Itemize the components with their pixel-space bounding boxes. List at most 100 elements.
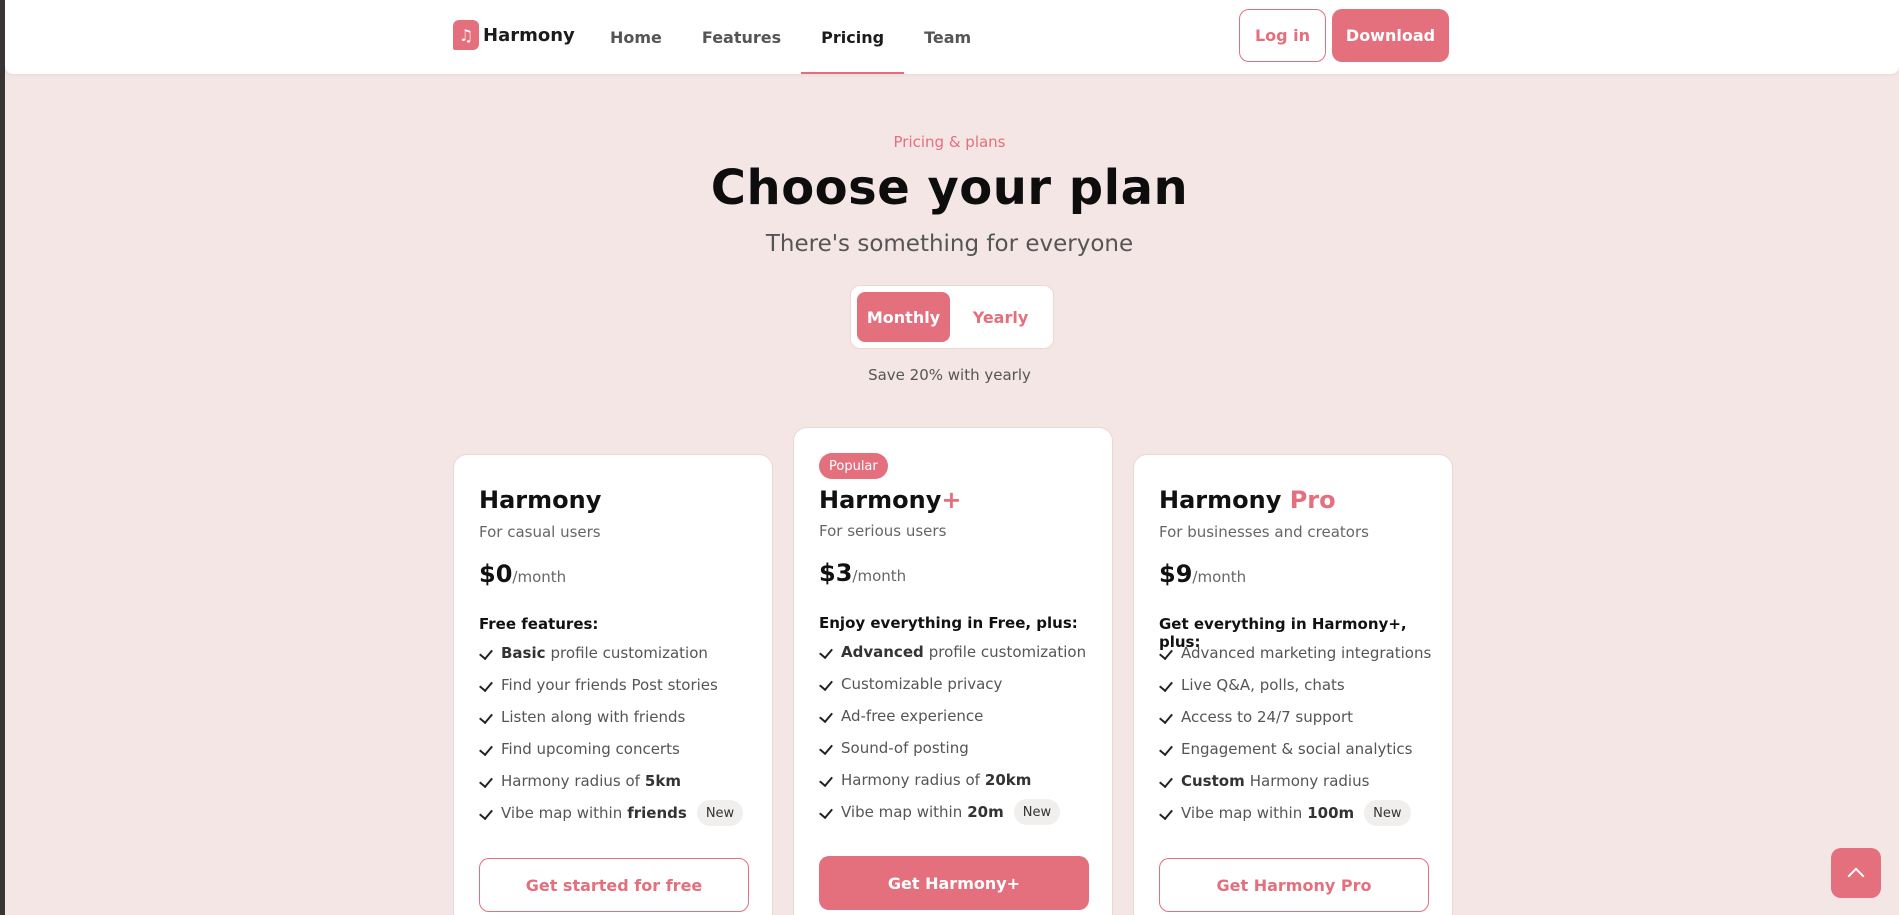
check-icon xyxy=(1159,805,1181,821)
billing-toggle: Monthly Yearly xyxy=(850,285,1054,349)
plan-card-pro: Harmony Pro For businesses and creators … xyxy=(1133,454,1453,915)
list-item: Live Q&A, polls, chats xyxy=(1159,669,1431,701)
plan-card-free: Harmony For casual users $0 /month Free … xyxy=(453,454,773,915)
features-heading: Enjoy everything in Free, plus: xyxy=(819,614,1078,632)
feature-bold: Advanced xyxy=(841,643,924,661)
toggle-monthly[interactable]: Monthly xyxy=(857,292,950,342)
feature-bold: friends xyxy=(627,804,687,822)
list-item: Sound-of posting xyxy=(819,732,1086,764)
list-item: Access to 24/7 support xyxy=(1159,701,1431,733)
check-icon xyxy=(819,804,841,820)
plan-name: Harmony+ xyxy=(819,486,961,514)
save-note: Save 20% with yearly xyxy=(868,366,1031,384)
plan-name: Harmony Pro xyxy=(1159,486,1336,514)
plan-description: For casual users xyxy=(479,523,601,541)
check-icon xyxy=(819,772,841,788)
list-item: Ad-free experience xyxy=(819,700,1086,732)
get-harmony-pro-button[interactable]: Get Harmony Pro xyxy=(1159,858,1429,912)
list-item: Harmony radius of 5km xyxy=(479,765,743,797)
check-icon xyxy=(479,773,501,789)
list-item: Basic profile customization xyxy=(479,637,743,669)
new-badge: New xyxy=(1364,800,1411,826)
list-item: Custom Harmony radius xyxy=(1159,765,1431,797)
price-period: /month xyxy=(1192,568,1247,586)
plan-name-text: Harmony xyxy=(1159,486,1282,514)
feature-list: Advanced marketing integrations Live Q&A… xyxy=(1159,637,1431,829)
list-item: Find upcoming concerts xyxy=(479,733,743,765)
nav-link-pricing[interactable]: Pricing xyxy=(801,0,904,74)
page-title: Choose your plan xyxy=(710,160,1189,216)
get-harmony-plus-button[interactable]: Get Harmony+ xyxy=(819,856,1089,910)
check-icon xyxy=(479,645,501,661)
plan-description: For serious users xyxy=(819,522,947,540)
check-icon xyxy=(479,805,501,821)
list-item: Find your friends Post stories xyxy=(479,669,743,701)
price-amount: $9 xyxy=(1159,560,1193,588)
price-amount: $3 xyxy=(819,559,853,587)
check-icon xyxy=(819,644,841,660)
plan-card-plus: Popular Harmony+ For serious users $3 /m… xyxy=(793,427,1113,915)
plan-name-text: Harmony xyxy=(479,486,602,514)
download-button[interactable]: Download xyxy=(1332,9,1449,62)
feature-text: Live Q&A, polls, chats xyxy=(1181,676,1345,694)
plan-name-text: Harmony xyxy=(819,486,942,514)
feature-bold: Custom xyxy=(1181,772,1245,790)
feature-bold: Basic xyxy=(501,644,546,662)
page-subtitle: There's something for everyone xyxy=(765,231,1134,257)
check-icon xyxy=(1159,677,1181,693)
login-button[interactable]: Log in xyxy=(1239,9,1326,62)
pricing-eyebrow: Pricing & plans xyxy=(893,133,1006,151)
list-item: Vibe map within 100m New xyxy=(1159,797,1431,829)
navbar: ♫ Harmony Home Features Pricing Team xyxy=(5,0,1899,74)
chevron-up-icon[interactable] xyxy=(1831,848,1881,898)
list-item: Vibe map within 20m New xyxy=(819,796,1086,828)
feature-text: Harmony radius of xyxy=(501,772,640,790)
features-heading: Free features: xyxy=(479,615,599,633)
popular-badge: Popular xyxy=(819,453,888,479)
check-icon xyxy=(1159,645,1181,661)
brand[interactable]: ♫ Harmony xyxy=(453,20,575,50)
feature-text: Engagement & social analytics xyxy=(1181,740,1413,758)
nav-link-features[interactable]: Features xyxy=(682,0,801,74)
nav-link-home[interactable]: Home xyxy=(590,0,682,74)
feature-text: Find upcoming concerts xyxy=(501,740,680,758)
feature-text: Harmony radius xyxy=(1249,772,1370,790)
check-icon xyxy=(819,708,841,724)
plan-description: For businesses and creators xyxy=(1159,523,1369,541)
plan-price: $3 /month xyxy=(819,559,906,587)
feature-text: Sound-of posting xyxy=(841,739,969,757)
feature-text: Ad-free experience xyxy=(841,707,984,725)
check-icon xyxy=(1159,709,1181,725)
plan-name-accent: + xyxy=(941,486,962,514)
feature-text: Listen along with friends xyxy=(501,708,686,726)
feature-text: profile customization xyxy=(550,644,708,662)
nav-link-team[interactable]: Team xyxy=(904,0,991,74)
list-item: Advanced profile customization xyxy=(819,636,1086,668)
price-period: /month xyxy=(512,568,567,586)
feature-list: Advanced profile customization Customizab… xyxy=(819,636,1086,828)
list-item: Listen along with friends xyxy=(479,701,743,733)
new-badge: New xyxy=(696,800,744,826)
get-started-free-button[interactable]: Get started for free xyxy=(479,858,749,912)
nav-links: Home Features Pricing Team xyxy=(590,0,991,74)
list-item: Engagement & social analytics xyxy=(1159,733,1431,765)
feature-text: Customizable privacy xyxy=(841,675,1003,693)
list-item: Customizable privacy xyxy=(819,668,1086,700)
check-icon xyxy=(819,740,841,756)
feature-text: Find your friends Post stories xyxy=(501,676,718,694)
price-amount: $0 xyxy=(479,560,513,588)
check-icon xyxy=(479,709,501,725)
plan-name: Harmony xyxy=(479,486,601,514)
list-item: Vibe map within friends New xyxy=(479,797,744,829)
new-badge: New xyxy=(1013,799,1061,825)
plan-price: $9 /month xyxy=(1159,560,1246,588)
check-icon xyxy=(1159,741,1181,757)
feature-text: Vibe map within xyxy=(1181,804,1303,822)
feature-text: Advanced marketing integrations xyxy=(1181,644,1432,662)
list-item: Harmony radius of 20km xyxy=(819,764,1086,796)
feature-bold: 100m xyxy=(1307,804,1355,822)
check-icon xyxy=(479,741,501,757)
toggle-yearly[interactable]: Yearly xyxy=(954,292,1047,342)
check-icon xyxy=(1159,773,1181,789)
price-period: /month xyxy=(852,567,907,585)
